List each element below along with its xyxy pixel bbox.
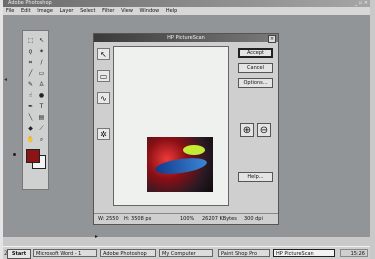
accept-button[interactable]: Accept — [238, 48, 273, 58]
menu-file[interactable]: File — [6, 8, 14, 14]
scan-preview-area[interactable] — [113, 46, 229, 206]
toolbox: ⬚ ↖ ϙ ✶ ⌗ ∕ ╱ ▭ ✎ ♙ ☝ ● ✒ T ╲ ▤ ◆ ⟋ ✋ ⌕ — [22, 30, 49, 190]
paint-bucket-icon[interactable]: ◆ — [26, 124, 35, 133]
status-height: H: 3508 px — [124, 216, 152, 222]
eyedropper-icon[interactable]: ⟋ — [37, 124, 46, 133]
system-tray-clock[interactable]: 15:26 — [340, 249, 368, 257]
crop-icon[interactable]: ⌗ — [26, 58, 35, 67]
pointer-arrow-icon: ◂ — [4, 76, 8, 83]
task-word[interactable]: Microsoft Word - 1 — [33, 249, 97, 257]
cursor-dot — [13, 153, 16, 156]
arrow-icon[interactable]: ↖ — [97, 48, 110, 60]
rubber-stamp-icon[interactable]: ♙ — [37, 80, 46, 89]
rectangle-select-icon[interactable]: ▭ — [97, 70, 110, 82]
scanned-image-highlight — [183, 145, 205, 155]
taskbar: Start Microsoft Word - 1 Adobe Photoshop… — [3, 246, 370, 259]
task-hp-picturescan[interactable]: HP PictureScan — [273, 249, 335, 257]
window-controls[interactable]: _ ▫ × — [355, 0, 370, 7]
magic-wand-icon[interactable]: ✶ — [37, 47, 46, 56]
lasso-select-icon[interactable]: ∿ — [97, 92, 110, 104]
menu-edit[interactable]: Edit — [21, 8, 31, 14]
hand-icon[interactable]: ✋ — [26, 135, 35, 144]
foreground-color-swatch[interactable] — [26, 149, 40, 163]
lasso-icon[interactable]: ϙ — [26, 47, 35, 56]
menu-window[interactable]: Window — [140, 8, 160, 14]
app-title-bar[interactable]: Adobe Photoshop _ ▫ × — [3, 0, 370, 7]
airbrush-icon[interactable]: ∕ — [37, 58, 46, 67]
dialog-close-button[interactable]: × — [268, 35, 276, 43]
help-button[interactable]: Help... — [238, 172, 273, 182]
zoom-out-icon[interactable]: ⊖ — [257, 123, 271, 137]
menu-layer[interactable]: Layer — [60, 8, 74, 14]
status-width: W: 2550 — [98, 216, 119, 222]
dialog-status-bar: W: 2550 H: 3508 px 100% 26207 KBytes 300… — [94, 213, 278, 224]
scanned-image-swoosh — [154, 155, 208, 177]
brush-icon[interactable]: ╱ — [26, 69, 35, 78]
task-photoshop[interactable]: Adobe Photoshop — [100, 249, 156, 257]
zoom-icon[interactable]: ⌕ — [37, 135, 46, 144]
page-number: 2 — [4, 250, 8, 257]
pointer-arrow-icon: ▸ — [95, 233, 99, 240]
eraser-icon[interactable]: ▭ — [37, 69, 46, 78]
scanned-image[interactable] — [147, 137, 213, 192]
gradient-icon[interactable]: ▤ — [37, 113, 46, 122]
hp-picturescan-dialog: HP PictureScan × ↖ ▭ ∿ ✲ Accept Cancel O… — [93, 33, 279, 225]
app-title: Adobe Photoshop — [8, 0, 52, 6]
menu-image[interactable]: Image — [37, 8, 53, 14]
menu-bar: File Edit Image Layer Select Filter View… — [3, 7, 370, 15]
status-resolution: 300 dpi — [244, 216, 263, 222]
menu-help[interactable]: Help — [166, 8, 177, 14]
rotate-icon[interactable]: ✲ — [97, 128, 110, 140]
status-scale: 100% — [180, 216, 195, 222]
dodge-icon[interactable]: ● — [37, 91, 46, 100]
menu-view[interactable]: View — [121, 8, 133, 14]
start-button[interactable]: Start — [7, 249, 31, 259]
line-icon[interactable]: ╲ — [26, 113, 35, 122]
smudge-icon[interactable]: ☝ — [26, 91, 35, 100]
type-icon[interactable]: T — [37, 102, 46, 111]
options-button[interactable]: Options... — [238, 78, 273, 88]
menu-filter[interactable]: Filter — [102, 8, 114, 14]
menu-select[interactable]: Select — [80, 8, 95, 14]
pen-icon[interactable]: ✒ — [26, 102, 35, 111]
cancel-button[interactable]: Cancel — [238, 63, 273, 73]
dialog-title: HP PictureScan — [94, 34, 278, 42]
task-my-computer[interactable]: My Computer — [159, 249, 213, 257]
zoom-in-icon[interactable]: ⊕ — [240, 123, 254, 137]
scan-tool-column: ↖ ▭ ∿ ✲ — [97, 48, 111, 150]
status-size: 26207 KBytes — [202, 216, 237, 222]
marquee-icon[interactable]: ⬚ — [26, 36, 35, 45]
move-icon[interactable]: ↖ — [37, 36, 46, 45]
task-paint-shop-pro[interactable]: Paint Shop Pro — [218, 249, 270, 257]
pencil-icon[interactable]: ✎ — [26, 80, 35, 89]
